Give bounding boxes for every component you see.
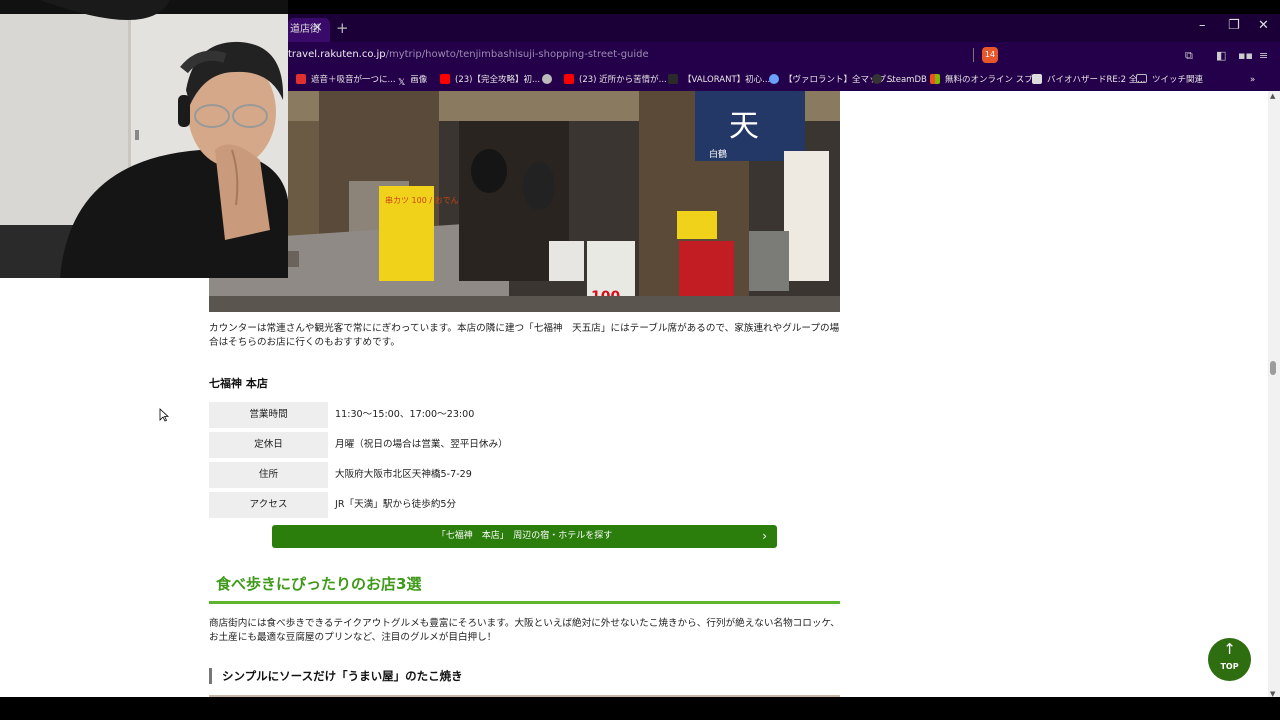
info-row-hours: 営業時間 11:30～15:00、17:00～23:00 [209, 402, 840, 428]
info-row-closed: 定休日 月曜（祝日の場合は営業、翌平日休み） [209, 432, 840, 458]
info-value: JR「天満」駅から徒歩約5分 [335, 499, 457, 510]
url-path: /mytrip/howto/tenjimbashisuji-shopping-s… [385, 49, 649, 60]
bookmark-item[interactable]: 無料のオンライン スプ... [930, 71, 1041, 89]
active-tab[interactable]: 道店街 [288, 18, 330, 42]
maximize-button[interactable]: ❐ [1228, 18, 1240, 33]
globe-icon [542, 73, 552, 84]
streamer-webcam-image [0, 0, 288, 278]
mouse-cursor-icon [159, 408, 169, 422]
back-to-top-button[interactable]: ↑ TOP [1208, 638, 1251, 681]
extension-badge: 14 [984, 50, 996, 59]
bookmark-item[interactable]: (23) 近所から苦情が... [564, 71, 667, 89]
tab-close-icon[interactable]: × [312, 20, 323, 35]
menu-icon[interactable]: ≡ [1259, 49, 1268, 62]
youtube-icon [564, 73, 574, 84]
bookmark-item[interactable]: 𝕏 画像 [398, 71, 427, 89]
info-value: 大阪府大阪市北区天神橋5-7-29 [335, 469, 472, 480]
new-tab-button[interactable]: + [336, 19, 349, 37]
info-label: 営業時間 [209, 402, 328, 428]
section-title: 食べ歩きにぴったりのお店3選 [216, 575, 422, 593]
bookmark-favicon-icon [296, 73, 306, 84]
bookmark-favicon-icon [1032, 73, 1042, 84]
arrow-up-icon: ↑ [1223, 640, 1236, 658]
shop-counter-photo: 串カツ 100 / おでん 100 / どてやき 一品 100 天 白鶴 [209, 91, 840, 312]
webcam-overlay [0, 0, 288, 278]
photo-caption: カウンターは常連さんや観光客で常ににぎわっています。本店の隣に建つ「七福神 天五… [209, 323, 840, 348]
chevron-right-icon: › [762, 529, 767, 543]
find-hotels-button[interactable]: 「七福神 本店」 周辺の宿・ホテルを探す › [272, 525, 777, 548]
info-row-address: 住所 大阪府大阪市北区天神橋5-7-29 [209, 462, 840, 488]
find-hotels-label: 「七福神 本店」 周辺の宿・ホテルを探す [436, 531, 613, 541]
bottom-strip [0, 697, 1280, 720]
bookmark-item[interactable]: (23)【完全攻略】初... [440, 71, 540, 89]
scroll-up-icon[interactable]: ▲ [1270, 92, 1275, 100]
screenshot-icon[interactable]: ⧉ [1185, 49, 1193, 63]
scrollbar-thumb[interactable] [1270, 361, 1276, 375]
section-intro: 商店街内には食べ歩きできるテイクアウトグルメも豊富にそろいます。大阪といえば絶対… [209, 618, 840, 643]
section-divider [209, 601, 840, 604]
minimize-button[interactable]: – [1199, 18, 1206, 33]
shop-name-heading: 七福神 本店 [209, 377, 268, 390]
info-label: アクセス [209, 492, 328, 518]
microsoft-icon [930, 73, 940, 84]
bookmark-item[interactable]: 【VALORANT】初心... [668, 71, 770, 89]
photo-noren-sign: 天 [729, 109, 759, 144]
toolbar-divider [973, 48, 974, 62]
brave-shield-icon[interactable]: 14 [982, 47, 998, 63]
info-value: 11:30～15:00、17:00～23:00 [335, 409, 475, 420]
back-to-top-label: TOP [1220, 662, 1239, 671]
vertical-scrollbar[interactable] [1268, 91, 1280, 697]
bookmark-item[interactable] [542, 71, 557, 89]
x-logo-icon: 𝕏 [398, 77, 406, 88]
bookmark-item[interactable]: SteamDB [872, 71, 927, 89]
url-host: travel.rakuten.co.jp [288, 49, 386, 60]
info-row-access: アクセス JR「天満」駅から徒歩約5分 [209, 492, 840, 518]
youtube-icon [440, 73, 450, 84]
info-label: 定休日 [209, 432, 328, 458]
sub-heading: シンプルにソースだけ「うまい屋」のたこ焼き [209, 668, 463, 684]
info-label: 住所 [209, 462, 328, 488]
close-window-button[interactable]: ✕ [1258, 18, 1269, 33]
address-bar[interactable]: travel.rakuten.co.jp/mytrip/howto/tenjim… [288, 44, 968, 66]
info-value: 月曜（祝日の場合は営業、翌平日休み） [335, 439, 508, 450]
bookmark-folder[interactable]: ツイッチ関連 [1136, 71, 1203, 89]
bookmark-item[interactable]: 遮音＋吸音が一つに... [296, 71, 396, 89]
folder-icon [1136, 74, 1147, 83]
bookmark-favicon-icon [668, 73, 678, 84]
bookmark-favicon-icon [769, 73, 779, 84]
bookmarks-overflow-icon[interactable]: » [1250, 71, 1255, 89]
photo-brand-sign: 白鶴 [709, 148, 727, 160]
bookmark-item[interactable]: バイオハザードRE:2 全... [1032, 71, 1145, 89]
steamdb-icon [872, 73, 882, 84]
wallet-icon[interactable]: ▪▪ [1238, 49, 1253, 62]
sidebar-icon[interactable]: ◧ [1216, 49, 1226, 62]
bookmarks-bar: 遮音＋吸音が一つに... 𝕏 画像 (23)【完全攻略】初... (23) 近所か… [288, 71, 1280, 89]
